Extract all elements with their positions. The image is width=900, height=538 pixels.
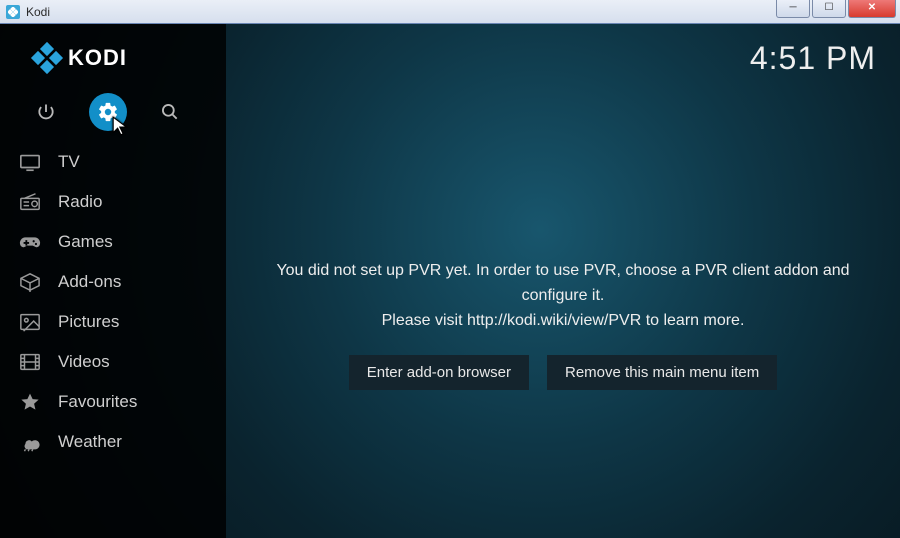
window-titlebar: Kodi ─ ☐ ✕ [0, 0, 900, 24]
window-minimize-button[interactable]: ─ [776, 0, 810, 18]
enter-addon-browser-button[interactable]: Enter add-on browser [349, 355, 529, 390]
kodi-logo-icon [34, 45, 60, 71]
search-button[interactable] [158, 100, 182, 124]
app-name: KODI [68, 45, 127, 71]
sidebar-item-favourites[interactable]: Favourites [0, 382, 226, 422]
window-close-button[interactable]: ✕ [848, 0, 896, 18]
sidebar: KODI [0, 24, 226, 538]
clock: 4:51 PM [750, 40, 876, 77]
gamepad-icon [18, 232, 42, 252]
settings-button[interactable] [89, 93, 127, 131]
sidebar-item-label: Videos [58, 352, 110, 372]
sidebar-item-addons[interactable]: Add-ons [0, 262, 226, 302]
sidebar-item-games[interactable]: Games [0, 222, 226, 262]
sidebar-item-label: Pictures [58, 312, 119, 332]
star-icon [18, 392, 42, 412]
app-logo: KODI [0, 38, 226, 78]
sidebar-item-label: Games [58, 232, 113, 252]
sidebar-item-radio[interactable]: Radio [0, 182, 226, 222]
sidebar-item-tv[interactable]: TV [0, 142, 226, 182]
radio-icon [18, 192, 42, 212]
window-maximize-button[interactable]: ☐ [812, 0, 846, 18]
main-menu: TV Radio Games Add-ons [0, 142, 226, 462]
pvr-message-line1: You did not set up PVR yet. In order to … [256, 259, 870, 309]
box-icon [18, 272, 42, 292]
pvr-message-line2: Please visit http://kodi.wiki/view/PVR t… [382, 309, 745, 334]
sidebar-item-videos[interactable]: Videos [0, 342, 226, 382]
remove-menu-item-button[interactable]: Remove this main menu item [547, 355, 777, 390]
sidebar-item-label: TV [58, 152, 80, 172]
sidebar-item-label: Add-ons [58, 272, 121, 292]
sidebar-item-label: Weather [58, 432, 122, 452]
main-content: 4:51 PM You did not set up PVR yet. In o… [226, 24, 900, 538]
window-title: Kodi [26, 5, 50, 19]
picture-icon [18, 312, 42, 332]
sidebar-item-label: Favourites [58, 392, 137, 412]
sidebar-item-pictures[interactable]: Pictures [0, 302, 226, 342]
tv-icon [18, 152, 42, 172]
power-button[interactable] [34, 100, 58, 124]
sidebar-item-weather[interactable]: Weather [0, 422, 226, 462]
weather-icon [18, 432, 42, 452]
sidebar-item-label: Radio [58, 192, 102, 212]
app-icon [6, 5, 20, 19]
film-icon [18, 352, 42, 372]
